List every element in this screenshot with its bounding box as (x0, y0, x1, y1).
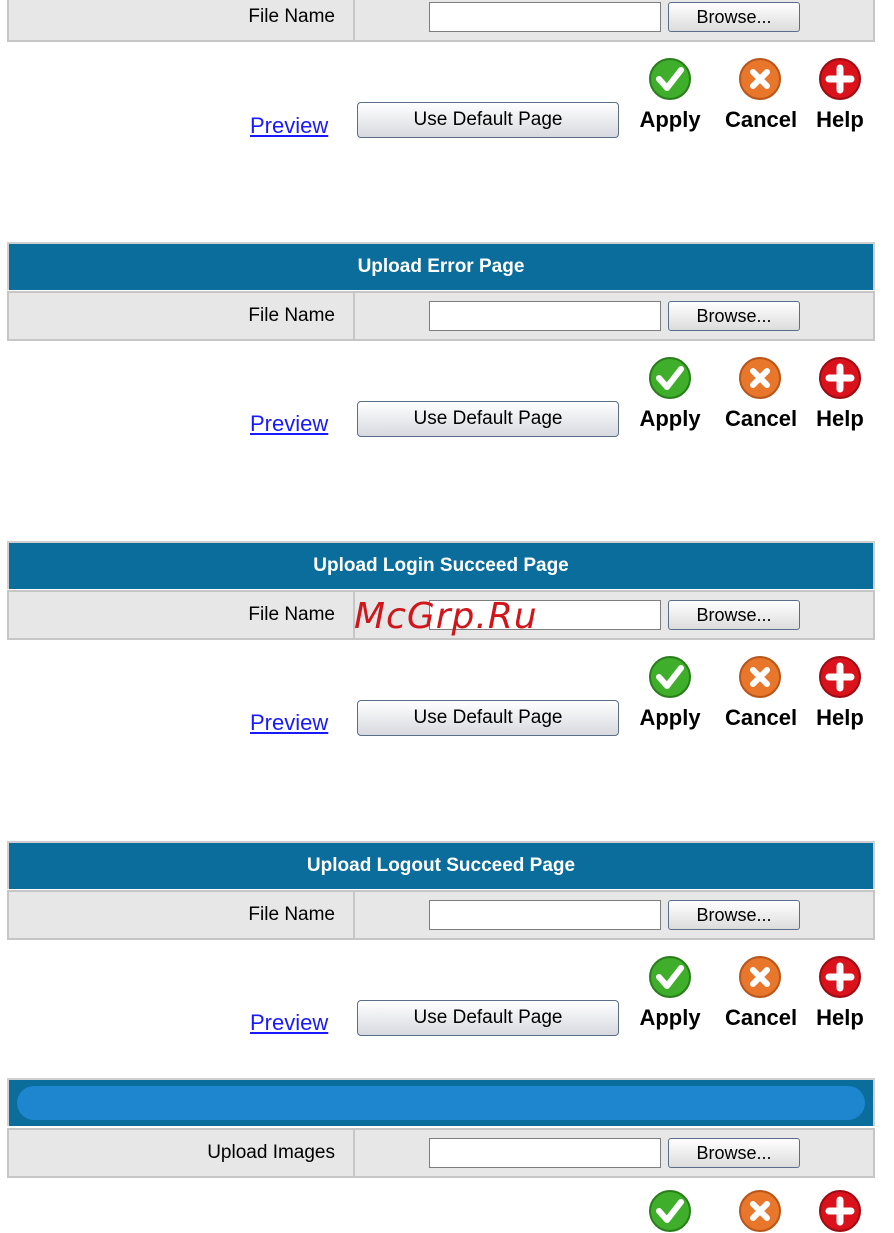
apply-button[interactable]: Apply (635, 352, 705, 442)
upload-images-panel (7, 1078, 875, 1126)
x-icon (739, 1190, 781, 1232)
upload-logout-succeed-page-panel: Upload Logout Succeed Page (7, 841, 875, 889)
apply-button[interactable]: Apply (635, 53, 705, 143)
preview-link[interactable]: Preview (250, 411, 328, 437)
section-title: Upload Login Succeed Page (7, 541, 875, 589)
check-icon (649, 1190, 691, 1232)
help-label: Help (816, 1005, 864, 1030)
cancel-button[interactable]: Cancel (725, 53, 798, 143)
section-title: Upload Error Page (7, 242, 875, 290)
action-bar: Preview Use Default Page Apply Cancel He… (0, 352, 894, 442)
action-bar: Preview Use Default Page Apply Cancel He… (0, 951, 894, 1041)
plus-icon (819, 956, 861, 998)
upload-images-row: Upload Images Browse... (7, 1128, 875, 1178)
file-name-row: File Name Browse... (7, 291, 875, 341)
apply-button[interactable]: Apply (635, 651, 705, 741)
file-name-label: File Name (9, 0, 355, 40)
preview-link[interactable]: Preview (250, 1010, 328, 1036)
upload-images-label: Upload Images (9, 1130, 355, 1176)
section-header (7, 1078, 875, 1126)
browse-button[interactable]: Browse... (668, 600, 800, 630)
cancel-label: Cancel (725, 705, 798, 730)
apply-button[interactable] (635, 1185, 705, 1233)
help-label: Help (816, 107, 864, 132)
plus-icon (819, 357, 861, 399)
use-default-page-button[interactable]: Use Default Page (357, 102, 619, 138)
plus-icon (819, 58, 861, 100)
check-icon (649, 656, 691, 698)
check-icon (649, 956, 691, 998)
use-default-page-button[interactable]: Use Default Page (357, 1000, 619, 1036)
apply-button[interactable]: Apply (635, 951, 705, 1041)
apply-label: Apply (639, 406, 701, 431)
file-name-label: File Name (9, 892, 355, 938)
browse-button[interactable]: Browse... (668, 2, 800, 32)
upload-login-succeed-page-panel: Upload Login Succeed Page (7, 541, 875, 589)
help-button[interactable]: Help (805, 651, 875, 741)
preview-link[interactable]: Preview (250, 710, 328, 736)
apply-label: Apply (639, 1005, 701, 1030)
action-bar: Preview Use Default Page Apply Cancel He… (0, 53, 894, 143)
help-button[interactable]: Help (805, 951, 875, 1041)
file-name-row: File Name Browse... (7, 890, 875, 940)
watermark: McGrp.Ru (354, 596, 538, 637)
help-button[interactable]: Help (805, 53, 875, 143)
x-icon (739, 656, 781, 698)
file-name-row: File Name Browse... (7, 0, 875, 42)
file-input[interactable] (429, 900, 661, 930)
cancel-label: Cancel (725, 1005, 798, 1030)
cancel-button[interactable]: Cancel (725, 352, 798, 442)
file-name-label: File Name (9, 592, 355, 638)
apply-label: Apply (639, 107, 701, 132)
file-name-label: File Name (9, 293, 355, 339)
action-bar: Preview Use Default Page Apply Cancel He… (0, 651, 894, 741)
help-button[interactable]: Help (805, 352, 875, 442)
cancel-button[interactable] (725, 1185, 795, 1233)
cancel-button[interactable]: Cancel (725, 951, 798, 1041)
plus-icon (819, 656, 861, 698)
browse-button[interactable]: Browse... (668, 301, 800, 331)
help-label: Help (816, 705, 864, 730)
x-icon (739, 58, 781, 100)
cancel-button[interactable]: Cancel (725, 651, 798, 741)
cancel-label: Cancel (725, 107, 798, 132)
header-pill (17, 1086, 865, 1120)
x-icon (739, 956, 781, 998)
check-icon (649, 58, 691, 100)
browse-button[interactable]: Browse... (668, 900, 800, 930)
file-input[interactable] (429, 1138, 661, 1168)
help-button[interactable] (805, 1185, 875, 1233)
preview-link[interactable]: Preview (250, 113, 328, 139)
x-icon (739, 357, 781, 399)
browse-button[interactable]: Browse... (668, 1138, 800, 1168)
help-label: Help (816, 406, 864, 431)
use-default-page-button[interactable]: Use Default Page (357, 401, 619, 437)
file-input[interactable] (429, 301, 661, 331)
action-bar (0, 1185, 894, 1233)
apply-label: Apply (639, 705, 701, 730)
upload-error-page-panel: Upload Error Page (7, 242, 875, 290)
cancel-label: Cancel (725, 406, 798, 431)
file-input[interactable] (429, 2, 661, 32)
plus-icon (819, 1190, 861, 1232)
use-default-page-button[interactable]: Use Default Page (357, 700, 619, 736)
check-icon (649, 357, 691, 399)
section-title: Upload Logout Succeed Page (7, 841, 875, 889)
